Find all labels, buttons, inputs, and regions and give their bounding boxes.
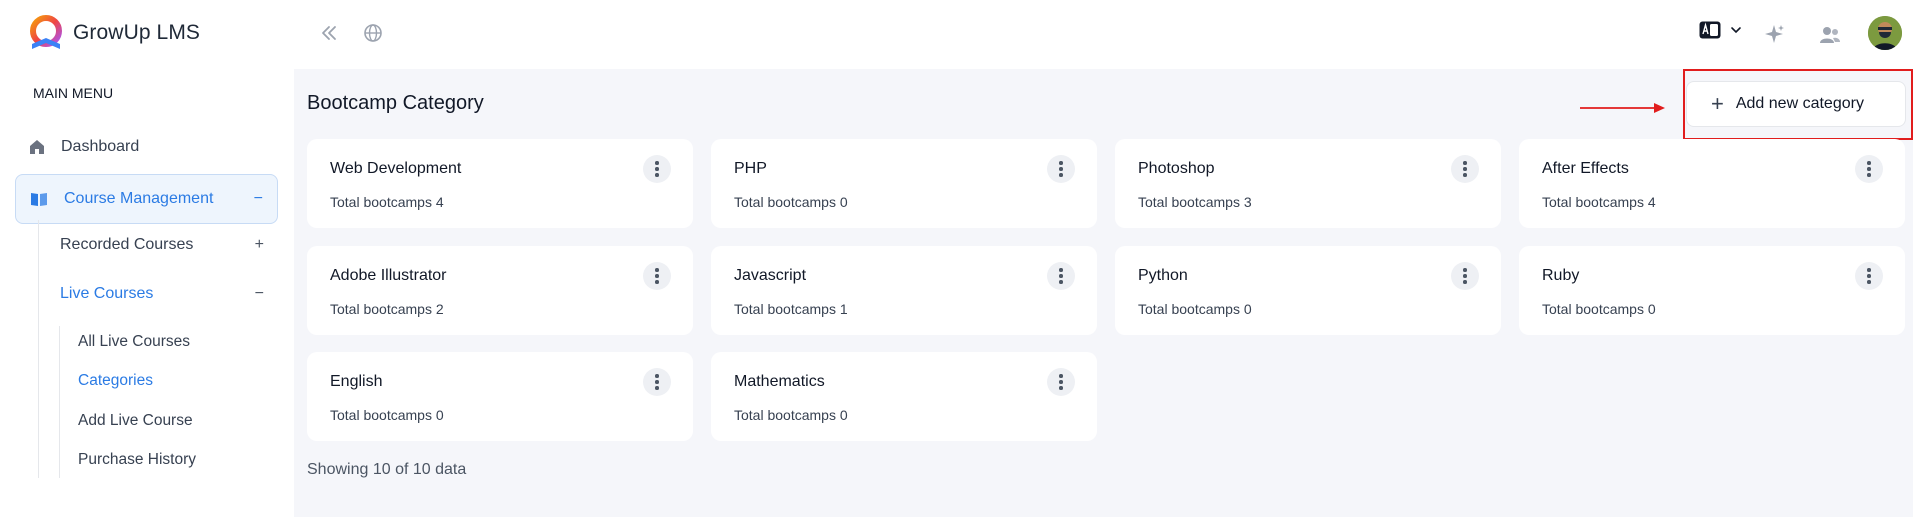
- language-selector[interactable]: [1699, 21, 1742, 39]
- annotation-arrow: [1580, 103, 1665, 113]
- category-card[interactable]: Web Development Total bootcamps 4: [307, 139, 693, 228]
- category-name: Ruby: [1542, 267, 1580, 284]
- category-name: Javascript: [734, 267, 807, 284]
- category-card[interactable]: PHP Total bootcamps 0: [711, 139, 1097, 228]
- more-options-icon[interactable]: [643, 155, 671, 183]
- category-name: After Effects: [1542, 160, 1629, 177]
- more-options-icon[interactable]: [1451, 155, 1479, 183]
- category-card[interactable]: Ruby Total bootcamps 0: [1519, 246, 1905, 335]
- category-name: English: [330, 373, 383, 390]
- sidebar-item-all-live-courses[interactable]: All Live Courses: [78, 333, 190, 351]
- category-name: Mathematics: [734, 373, 825, 390]
- pagination-info: Showing 10 of 10 data: [307, 461, 467, 478]
- avatar-image: [1868, 16, 1902, 50]
- sidebar-item-live-courses[interactable]: Live Courses −: [60, 285, 270, 303]
- tree-line: [38, 220, 39, 478]
- more-options-icon[interactable]: [1451, 262, 1479, 290]
- users-icon[interactable]: [1819, 24, 1841, 46]
- sidebar-item-label: Dashboard: [61, 138, 140, 155]
- logo-icon: [30, 15, 62, 49]
- home-icon: [30, 140, 44, 154]
- sidebar-item-dashboard[interactable]: Dashboard: [27, 136, 277, 158]
- chevron-down-icon: [1731, 27, 1741, 34]
- category-card[interactable]: English Total bootcamps 0: [307, 352, 693, 441]
- main-menu-label: MAIN MENU: [33, 85, 114, 101]
- tree-line: [59, 326, 60, 478]
- sidebar-item-label: Live Courses: [60, 285, 154, 302]
- globe-icon[interactable]: [362, 22, 384, 44]
- sidebar-item-recorded-courses[interactable]: Recorded Courses +: [60, 236, 270, 254]
- category-card[interactable]: Mathematics Total bootcamps 0: [711, 352, 1097, 441]
- page-title: Bootcamp Category: [307, 92, 484, 114]
- category-count: Total bootcamps 0: [1138, 301, 1252, 317]
- add-new-category-button[interactable]: + Add new category: [1686, 81, 1906, 127]
- category-card[interactable]: After Effects Total bootcamps 4: [1519, 139, 1905, 228]
- more-options-icon[interactable]: [643, 368, 671, 396]
- sidebar-item-purchase-history[interactable]: Purchase History: [78, 451, 196, 469]
- category-count: Total bootcamps 0: [734, 194, 848, 210]
- book-open-icon: [31, 193, 47, 206]
- category-name: Web Development: [330, 160, 462, 177]
- more-options-icon[interactable]: [1855, 155, 1883, 183]
- sparkle-icon[interactable]: [1763, 23, 1785, 45]
- sidebar-item-label: Recorded Courses: [60, 236, 194, 253]
- category-card[interactable]: Python Total bootcamps 0: [1115, 246, 1501, 335]
- more-options-icon[interactable]: [1047, 368, 1075, 396]
- category-name: Adobe Illustrator: [330, 267, 447, 284]
- sidebar-item-add-live-course[interactable]: Add Live Course: [78, 412, 193, 430]
- logo[interactable]: GrowUp LMS: [26, 14, 200, 52]
- sidebar-item-course-management[interactable]: Course Management −: [15, 174, 278, 224]
- avatar[interactable]: [1868, 16, 1902, 50]
- sidebar: GrowUp LMS MAIN MENU Dashboard Course Ma…: [0, 0, 294, 517]
- sidebar-item-label: Course Management: [64, 190, 214, 207]
- category-count: Total bootcamps 4: [330, 194, 444, 210]
- collapse-icon[interactable]: [318, 22, 340, 44]
- more-options-icon[interactable]: [1047, 262, 1075, 290]
- more-options-icon[interactable]: [1047, 155, 1075, 183]
- collapse-toggle[interactable]: −: [254, 190, 263, 208]
- more-options-icon[interactable]: [643, 262, 671, 290]
- category-count: Total bootcamps 2: [330, 301, 444, 317]
- expand-toggle[interactable]: +: [255, 236, 264, 254]
- category-card[interactable]: Adobe Illustrator Total bootcamps 2: [307, 246, 693, 335]
- category-card[interactable]: Javascript Total bootcamps 1: [711, 246, 1097, 335]
- category-name: Python: [1138, 267, 1188, 284]
- topbar: [294, 0, 1913, 69]
- category-name: PHP: [734, 160, 767, 177]
- app-name: GrowUp LMS: [73, 21, 201, 44]
- category-count: Total bootcamps 0: [330, 407, 444, 423]
- category-card[interactable]: Photoshop Total bootcamps 3: [1115, 139, 1501, 228]
- language-icon: [1699, 21, 1721, 39]
- category-count: Total bootcamps 3: [1138, 194, 1252, 210]
- more-options-icon[interactable]: [1855, 262, 1883, 290]
- category-count: Total bootcamps 0: [1542, 301, 1656, 317]
- sidebar-item-categories[interactable]: Categories: [78, 372, 153, 390]
- category-count: Total bootcamps 1: [734, 301, 848, 317]
- category-count: Total bootcamps 4: [1542, 194, 1656, 210]
- plus-icon: +: [1711, 91, 1724, 116]
- category-name: Photoshop: [1138, 160, 1215, 177]
- collapse-toggle[interactable]: −: [255, 285, 264, 303]
- add-new-category-label: Add new category: [1735, 95, 1864, 112]
- category-count: Total bootcamps 0: [734, 407, 848, 423]
